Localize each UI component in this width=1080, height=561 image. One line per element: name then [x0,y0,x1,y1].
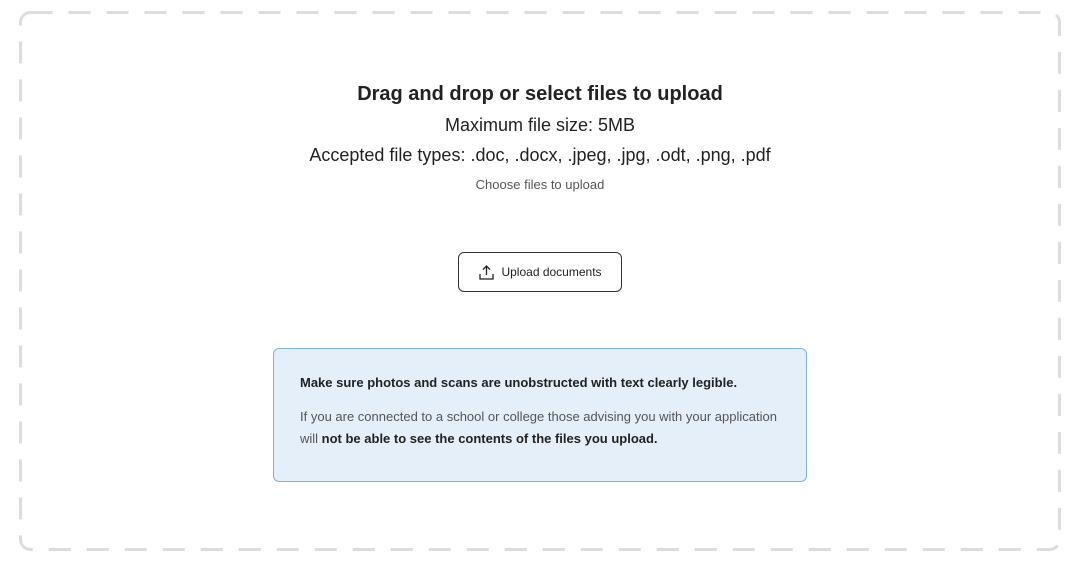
notice-body: If you are connected to a school or coll… [300,406,780,450]
max-file-size: Maximum file size: 5MB [444,115,636,135]
choose-files-label: Choose files to upload [475,177,605,192]
upload-icon [478,264,495,281]
notice-heading: Make sure photos and scans are unobstruc… [300,375,738,390]
upload-notice: Make sure photos and scans are unobstruc… [273,348,807,482]
file-dropzone[interactable]: Drag and drop or select files to upload … [19,11,1061,551]
upload-documents-button[interactable]: Upload documents [458,252,622,292]
upload-title: Drag and drop or select files to upload [357,83,723,105]
upload-button-label: Upload documents [501,265,602,279]
accepted-file-types: Accepted file types: .doc, .docx, .jpeg,… [309,145,771,165]
notice-body-emphasis: not be able to see the contents of the f… [321,431,658,446]
